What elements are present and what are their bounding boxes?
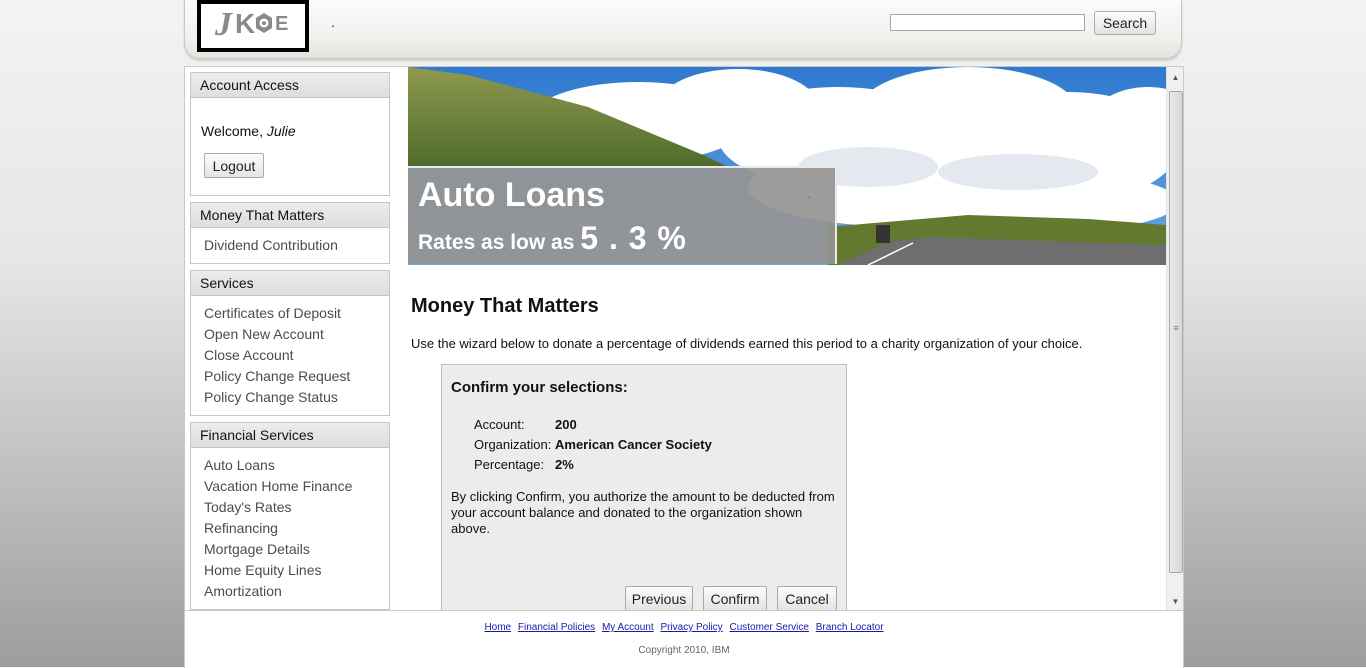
scroll-down-icon[interactable]: ▼ — [1167, 593, 1183, 610]
nav-refinancing[interactable]: Refinancing — [204, 518, 376, 539]
confirm-note: By clicking Confirm, you authorize the a… — [451, 489, 835, 536]
footer-links: Home Financial Policies My Account Priva… — [185, 622, 1183, 633]
nav-mortgage-details[interactable]: Mortgage Details — [204, 539, 376, 560]
footer-link-branch-locator[interactable]: Branch Locator — [816, 622, 884, 633]
gear-icon — [256, 13, 272, 33]
confirm-button[interactable]: Confirm — [703, 586, 767, 611]
detail-account: Account: 200 — [474, 417, 577, 432]
site-footer: Home Financial Policies My Account Priva… — [184, 610, 1184, 668]
footer-link-my-account[interactable]: My Account — [602, 622, 654, 633]
content-frame: Account Access Welcome, Julie Logout Mon… — [184, 66, 1184, 611]
sidebar: Account Access Welcome, Julie Logout Mon… — [190, 72, 390, 611]
intro-text: Use the wizard below to donate a percent… — [411, 336, 1083, 351]
scroll-up-icon[interactable]: ▲ — [1167, 69, 1183, 86]
grip-icon: ≡ — [1173, 323, 1179, 333]
nav-policy-change-request[interactable]: Policy Change Request — [204, 366, 376, 387]
scroll-thumb[interactable]: ≡ — [1169, 91, 1183, 573]
services-title: Services — [191, 271, 389, 296]
financial-services-box: Financial Services Auto Loans Vacation H… — [190, 422, 390, 610]
nav-vacation-home-finance[interactable]: Vacation Home Finance — [204, 476, 376, 497]
user-name: Julie — [266, 123, 296, 139]
search-input[interactable] — [890, 14, 1085, 31]
banner-caption: Auto Loans Rates as low as 5 . 3 % . — [408, 166, 837, 264]
nav-certificates-of-deposit[interactable]: Certificates of Deposit — [204, 303, 376, 324]
nav-amortization[interactable]: Amortization — [204, 581, 376, 602]
page-title: Money That Matters — [411, 295, 599, 317]
banner-dot: . — [808, 190, 811, 201]
footer-link-financial-policies[interactable]: Financial Policies — [518, 622, 595, 633]
nav-open-new-account[interactable]: Open New Account — [204, 324, 376, 345]
logout-button[interactable]: Logout — [204, 153, 264, 178]
previous-button[interactable]: Previous — [625, 586, 693, 611]
detail-organization: Organization: American Cancer Society — [474, 437, 712, 452]
money-that-matters-title: Money That Matters — [191, 203, 389, 228]
auto-loans-banner[interactable]: Auto Loans Rates as low as 5 . 3 % . — [408, 67, 1166, 265]
vertical-scrollbar[interactable]: ▲ ≡ ▼ — [1166, 67, 1183, 611]
nav-close-account[interactable]: Close Account — [204, 345, 376, 366]
copyright: Copyright 2010, IBM — [638, 645, 730, 656]
cancel-button[interactable]: Cancel — [777, 586, 837, 611]
nav-policy-change-status[interactable]: Policy Change Status — [204, 387, 376, 408]
footer-link-customer-service[interactable]: Customer Service — [729, 622, 808, 633]
confirm-title: Confirm your selections: — [451, 379, 628, 396]
nav-dividend-contribution[interactable]: Dividend Contribution — [204, 235, 376, 256]
jke-logo[interactable]: J K E — [197, 0, 309, 52]
nav-todays-rates[interactable]: Today's Rates — [204, 497, 376, 518]
search-button[interactable]: Search — [1094, 11, 1156, 35]
financial-services-title: Financial Services — [191, 423, 389, 448]
confirm-panel: Confirm your selections: Account: 200 Org… — [441, 364, 847, 611]
header-dot: . — [331, 14, 335, 30]
banner-rate: 5 . 3 % — [580, 220, 687, 256]
banner-subtitle: Rates as low as 5 . 3 % — [418, 220, 687, 256]
banner-title: Auto Loans — [418, 176, 605, 214]
site-header: J K E . Search — [184, 0, 1182, 59]
footer-link-privacy-policy[interactable]: Privacy Policy — [660, 622, 722, 633]
detail-percentage: Percentage: 2% — [474, 457, 574, 472]
account-access-title: Account Access — [191, 73, 389, 98]
account-access-box: Account Access Welcome, Julie Logout — [190, 72, 390, 196]
footer-link-home[interactable]: Home — [484, 622, 511, 633]
nav-auto-loans[interactable]: Auto Loans — [204, 455, 376, 476]
nav-home-equity-lines[interactable]: Home Equity Lines — [204, 560, 376, 581]
services-box: Services Certificates of Deposit Open Ne… — [190, 270, 390, 416]
money-that-matters-box: Money That Matters Dividend Contribution — [190, 202, 390, 264]
welcome-message: Welcome, Julie — [201, 123, 296, 139]
